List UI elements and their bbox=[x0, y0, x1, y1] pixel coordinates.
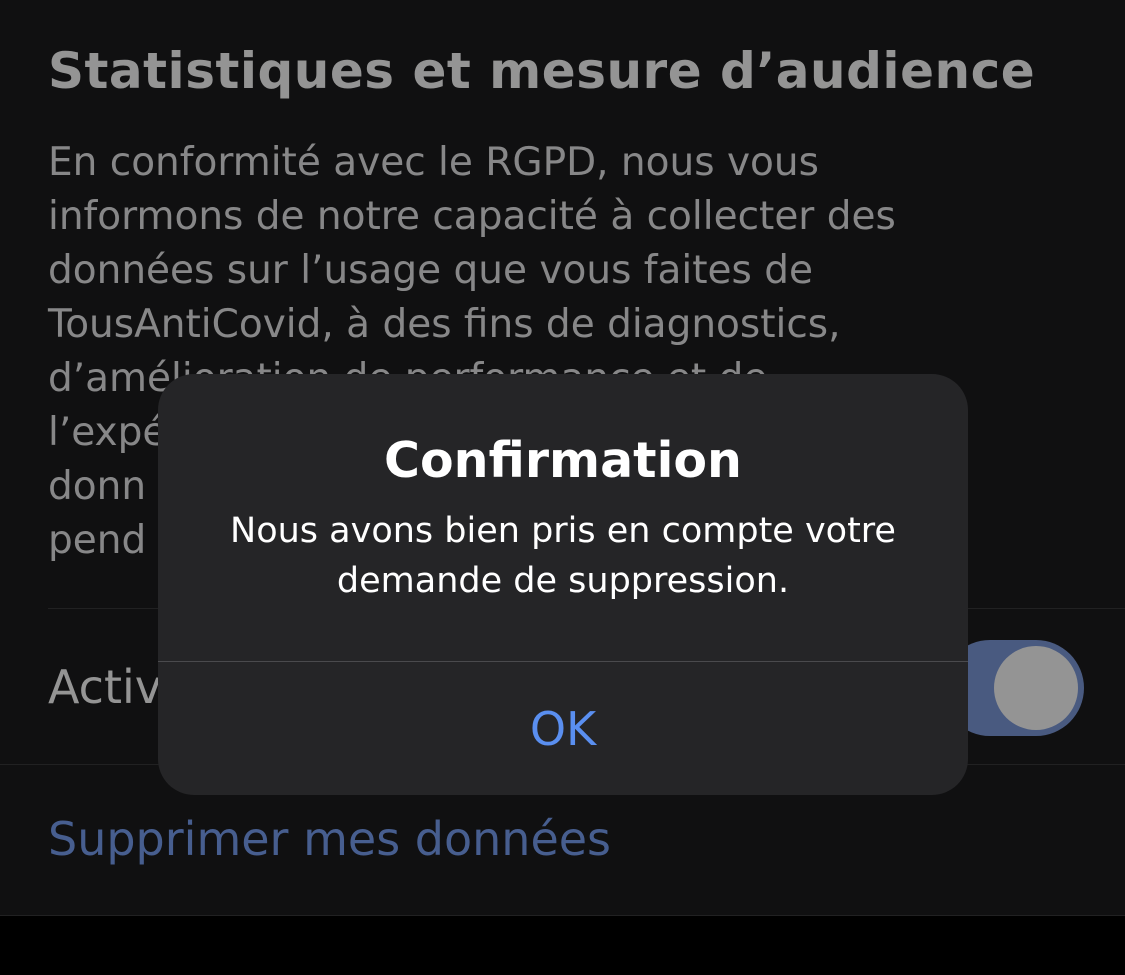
confirmation-alert: Confirmation Nous avons bien pris en com… bbox=[158, 374, 968, 795]
alert-message: Nous avons bien pris en compte votre dem… bbox=[230, 511, 896, 601]
screen: Statistiques et mesure d’audience En con… bbox=[0, 0, 1125, 975]
ok-button[interactable]: OK bbox=[158, 662, 968, 795]
alert-title: Confirmation bbox=[384, 432, 742, 489]
